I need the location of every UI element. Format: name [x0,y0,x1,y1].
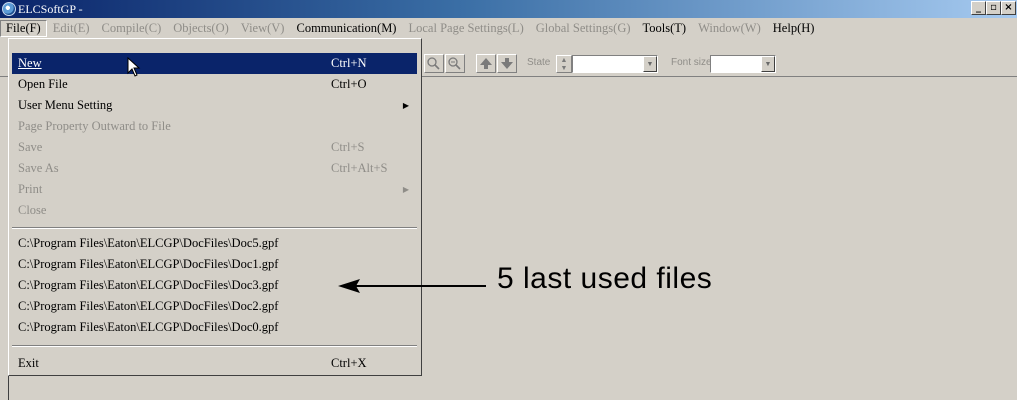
file-menu-dropdown: New Ctrl+N Open File Ctrl+O User Menu Se… [8,38,422,376]
restore-button[interactable]: ▫ [986,1,1001,15]
menu-global-settings[interactable]: Global Settings(G) [530,21,637,36]
menu-view[interactable]: View(V) [235,21,291,36]
menu-item-save[interactable]: Save Ctrl+S [12,137,417,158]
menu-item-save-as[interactable]: Save As Ctrl+Alt+S [12,158,417,179]
menu-file[interactable]: File(F) [0,19,47,37]
menu-item-close[interactable]: Close [12,200,417,221]
menu-item-label: New [18,56,42,70]
title-bar: ELCSoftGP - _ ▫ × [0,0,1017,18]
menu-objects[interactable]: Objects(O) [167,21,235,36]
recent-file-path: C:\Program Files\Eaton\ELCGP\DocFiles\Do… [18,257,279,271]
zoom-out-icon [448,57,461,70]
close-button[interactable]: × [1001,1,1016,15]
menu-item-shortcut: Ctrl+O [331,77,367,91]
recent-file-item[interactable]: C:\Program Files\Eaton\ELCGP\DocFiles\Do… [12,296,417,317]
menu-item-shortcut: Ctrl+N [331,56,367,70]
state-label: State [527,57,551,68]
recent-file-item[interactable]: C:\Program Files\Eaton\ELCGP\DocFiles\Do… [12,254,417,275]
menu-item-new[interactable]: New Ctrl+N [12,53,417,74]
menu-item-page-property-outward[interactable]: Page Property Outward to File [12,116,417,137]
zoom-in-button[interactable] [424,54,444,73]
recent-file-item[interactable]: C:\Program Files\Eaton\ELCGP\DocFiles\Do… [12,317,417,338]
zoom-in-icon [427,57,440,70]
chevron-down-icon: ▼ [643,56,657,72]
page-up-button[interactable] [476,54,496,73]
recent-file-path: C:\Program Files\Eaton\ELCGP\DocFiles\Do… [18,320,279,334]
menu-item-open-file[interactable]: Open File Ctrl+O [12,74,417,95]
page-down-button[interactable] [497,54,517,73]
font-size-label: Font size [671,57,712,68]
annotation-label: 5 last used files [497,262,713,295]
recent-file-path: C:\Program Files\Eaton\ELCGP\DocFiles\Do… [18,236,279,250]
chevron-down-icon: ▼ [761,56,775,72]
menu-item-label: Close [18,203,47,217]
recent-file-item[interactable]: C:\Program Files\Eaton\ELCGP\DocFiles\Do… [12,233,417,254]
menu-edit[interactable]: Edit(E) [47,21,96,36]
submenu-arrow-icon: ▶ [402,185,409,194]
minimize-button[interactable]: _ [971,1,986,15]
bottom-margin [0,400,1017,404]
font-size-combo[interactable]: ▼ [710,55,776,73]
menu-item-label: Print [18,182,43,196]
menu-local-page-settings[interactable]: Local Page Settings(L) [402,21,529,36]
menu-item-print[interactable]: Print ▶ [12,179,417,200]
menu-item-shortcut: Ctrl+S [331,140,365,154]
arrow-up-icon [480,58,492,69]
menu-window[interactable]: Window(W) [692,21,767,36]
menu-item-label: Open File [18,77,68,91]
annotation-arrow-icon [338,279,486,293]
zoom-out-button[interactable] [445,54,465,73]
menu-item-label: Save [18,140,43,154]
menu-help[interactable]: Help(H) [767,21,821,36]
menu-tools[interactable]: Tools(T) [637,21,693,36]
menu-item-label: User Menu Setting [18,98,113,112]
app-globe-icon [2,2,16,16]
menu-bar: File(F) Edit(E) Compile(C) Objects(O) Vi… [0,18,1017,38]
state-combo[interactable]: ▼ [572,55,658,73]
recent-file-path: C:\Program Files\Eaton\ELCGP\DocFiles\Do… [18,299,279,313]
mouse-cursor-icon [127,57,141,77]
menu-item-exit[interactable]: Exit Ctrl+X [12,353,417,374]
menu-compile[interactable]: Compile(C) [96,21,168,36]
state-spinner[interactable]: ▲ ▼ [556,55,572,73]
menu-separator [12,227,417,229]
recent-file-path: C:\Program Files\Eaton\ELCGP\DocFiles\Do… [18,278,279,292]
window-title: ELCSoftGP - [18,1,83,16]
menu-item-user-menu-setting[interactable]: User Menu Setting ▶ [12,95,417,116]
menu-separator [12,345,417,347]
menu-item-label: Save As [18,161,59,175]
window-controls: _ ▫ × [971,1,1016,15]
arrow-down-icon [501,58,513,69]
menu-communication[interactable]: Communication(M) [290,21,402,36]
menu-item-label: Page Property Outward to File [18,119,171,133]
menu-item-shortcut: Ctrl+X [331,356,367,370]
menu-item-shortcut: Ctrl+Alt+S [331,161,388,175]
submenu-arrow-icon: ▶ [402,101,409,110]
menu-item-label: Exit [18,356,39,370]
